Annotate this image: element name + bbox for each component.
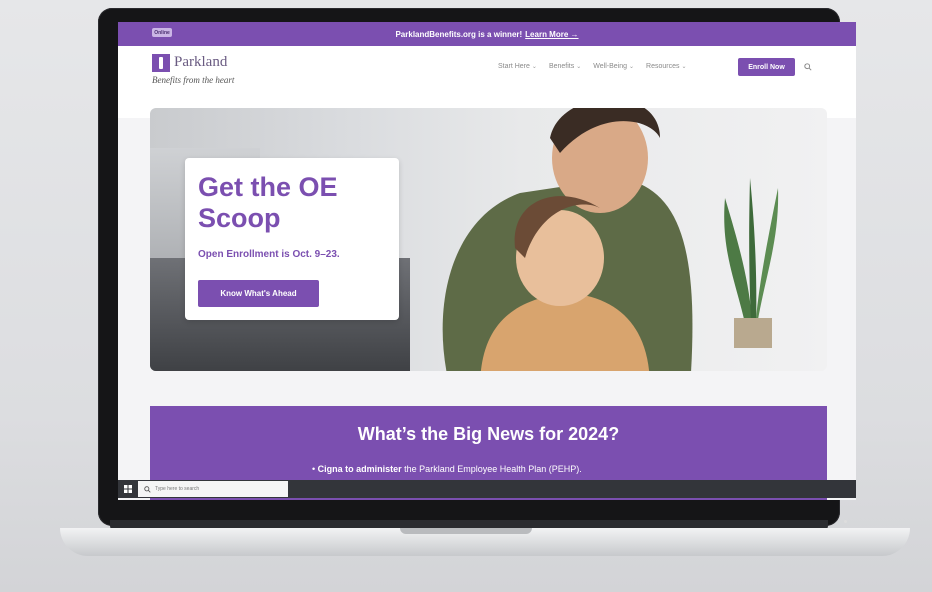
hero-card: Get the OE Scoop Open Enrollment is Oct.… xyxy=(185,158,399,320)
learn-more-link[interactable]: Learn More → xyxy=(525,30,578,39)
nav-label: Benefits xyxy=(548,63,575,70)
parkland-logo-icon[interactable] xyxy=(152,54,170,72)
laptop-light xyxy=(844,520,847,523)
browser-screen: Online ParklandBenefits.org is a winner!… xyxy=(118,22,856,500)
hero-banner: Get the OE Scoop Open Enrollment is Oct.… xyxy=(150,108,827,371)
nav-label: Start Here xyxy=(498,63,530,70)
nav-benefits[interactable]: Benefits ⌄ xyxy=(549,63,581,70)
news-title: What’s the Big News for 2024? xyxy=(357,424,620,444)
laptop-notch xyxy=(400,528,532,534)
taskbar-search-input[interactable]: Type here to search xyxy=(138,481,288,497)
nav-start-here[interactable]: Start Here ⌄ xyxy=(498,63,537,70)
news-bullet: • Cigna to administer the Parkland Emplo… xyxy=(312,464,582,474)
logo-tagline: Benefits from the heart xyxy=(152,75,235,85)
search-icon xyxy=(144,485,151,493)
nav-label: Well-Being xyxy=(593,63,627,70)
hero-title: Get the OE Scoop xyxy=(198,172,338,233)
chevron-down-icon: ⌄ xyxy=(681,64,687,70)
news-bullet-bold: Cigna to administer xyxy=(317,464,402,474)
hero-subtitle: Open Enrollment is Oct. 9–23. xyxy=(198,249,340,260)
windows-taskbar: Type here to search xyxy=(118,480,856,498)
chevron-down-icon: ⌄ xyxy=(628,64,635,70)
enroll-now-button[interactable]: Enroll Now xyxy=(738,58,795,76)
promo-message: ParklandBenefits.org is a winner! xyxy=(395,29,523,39)
main-nav: Start Here ⌄ Benefits ⌄ Well-Being ⌄ Res… xyxy=(498,63,687,70)
nav-label: Resources xyxy=(646,63,680,70)
promo-bar: Online ParklandBenefits.org is a winner!… xyxy=(118,22,856,46)
chevron-down-icon: ⌄ xyxy=(576,64,582,70)
hero-photo-people xyxy=(442,108,693,371)
taskbar-search-placeholder: Type here to search xyxy=(155,486,200,492)
search-icon[interactable] xyxy=(804,63,812,71)
nav-well-being[interactable]: Well-Being ⌄ xyxy=(593,63,634,70)
know-whats-ahead-button[interactable]: Know What's Ahead xyxy=(198,280,319,307)
news-bullet-text: the Parkland Employee Health Plan (PEHP)… xyxy=(401,464,582,474)
chevron-down-icon: ⌄ xyxy=(531,64,537,70)
nav-resources[interactable]: Resources ⌄ xyxy=(646,63,687,70)
logo-name[interactable]: Parkland xyxy=(174,54,227,71)
windows-start-icon[interactable] xyxy=(124,485,132,493)
promo-tag: Online xyxy=(152,28,172,37)
